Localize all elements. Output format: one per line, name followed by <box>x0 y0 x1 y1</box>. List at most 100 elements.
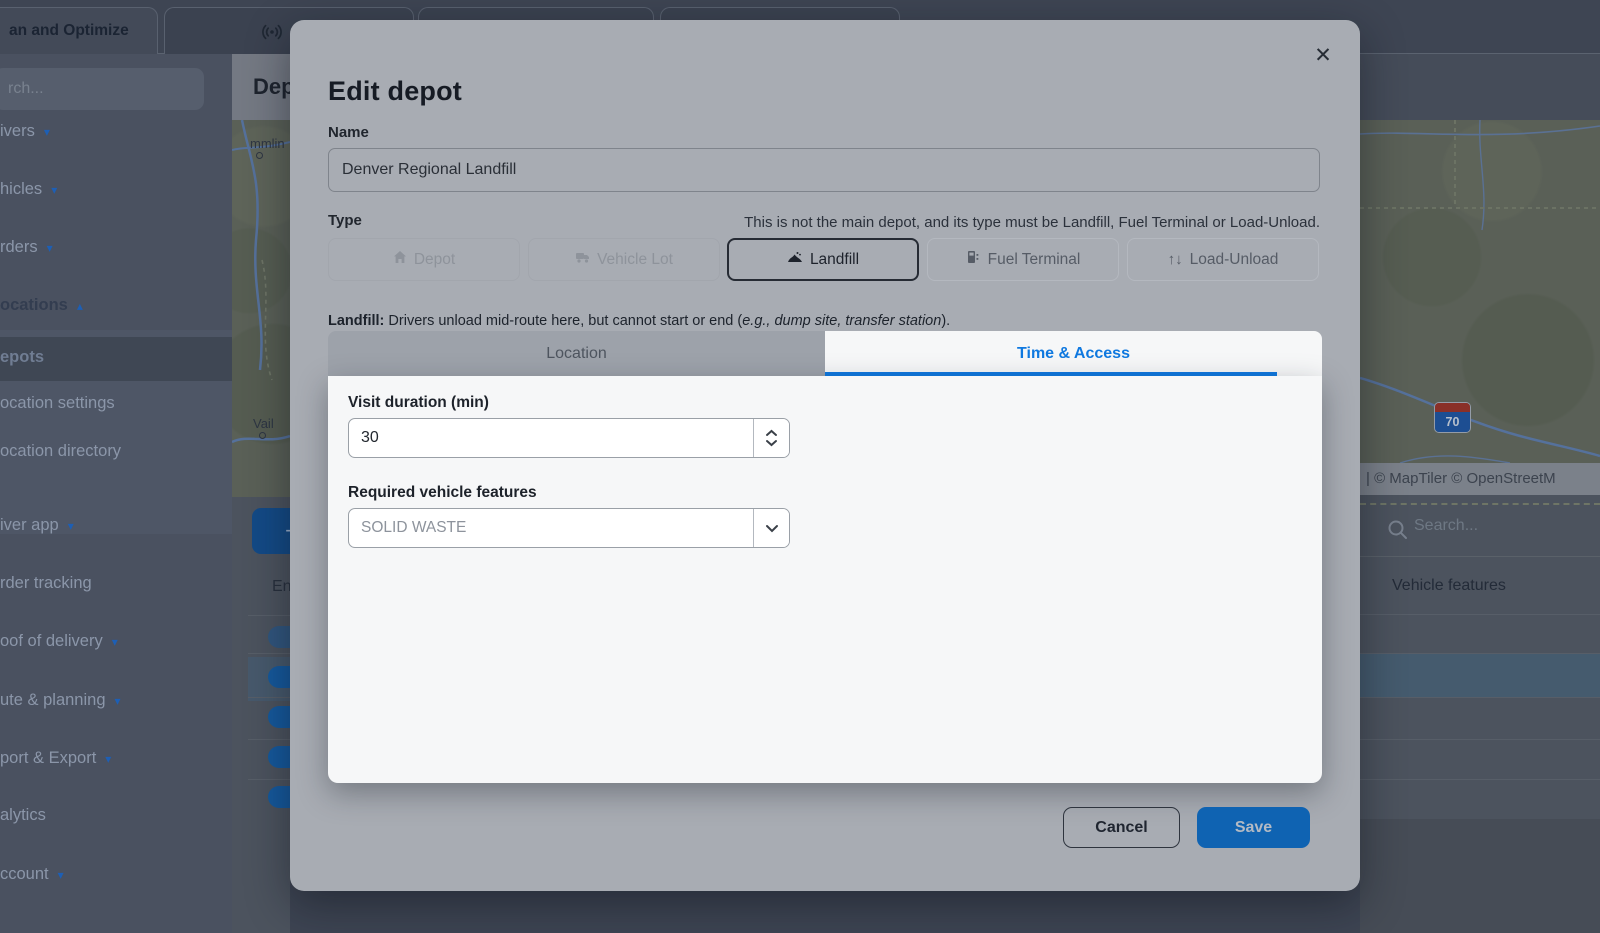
divider <box>248 779 290 780</box>
modal-title: Edit depot <box>328 76 462 107</box>
divider <box>248 739 290 740</box>
chevron-down-icon: ▾ <box>68 519 74 533</box>
enabled-toggle[interactable] <box>268 786 290 808</box>
type-option-vehicle-lot[interactable]: Vehicle Lot <box>528 238 720 281</box>
type-option-landfill[interactable]: Landfill <box>727 238 919 281</box>
chevron-down-icon: ▾ <box>51 183 57 197</box>
chevron-down-icon <box>765 524 779 533</box>
table-row[interactable] <box>1360 697 1600 698</box>
type-option-fuel-terminal[interactable]: Fuel Terminal <box>927 238 1119 281</box>
truck-icon <box>575 250 590 269</box>
enabled-toggle[interactable] <box>268 746 290 768</box>
chevron-down-icon: ▾ <box>44 125 50 139</box>
shield-number: 70 <box>1435 412 1470 433</box>
vehicle-features-value: SOLID WASTE <box>349 509 753 547</box>
divider <box>248 697 290 698</box>
table-row[interactable] <box>1360 779 1600 780</box>
landfill-mound-icon <box>787 250 803 269</box>
visit-duration-field <box>348 418 790 458</box>
selected-row-highlight <box>1360 653 1600 697</box>
tab-plan-and-optimize[interactable]: an and Optimize <box>0 7 158 54</box>
sidebar-item-account[interactable]: ccount▾ <box>0 865 230 884</box>
map-town-label: mmlin <box>250 136 285 151</box>
map-town-label: Vail <box>253 416 274 431</box>
landfill-help-text: Landfill: Drivers unload mid-route here,… <box>328 313 950 329</box>
map-attribution: | © MapTiler © OpenStreetM <box>1360 463 1600 495</box>
name-input[interactable] <box>328 148 1320 192</box>
divider <box>248 653 290 654</box>
chevron-down-icon: ▾ <box>47 241 53 255</box>
interstate-70-shield: 70 <box>1434 402 1471 433</box>
sidebar-item-depots[interactable]: epots <box>0 348 230 367</box>
sidebar-item-orders[interactable]: rders▾ <box>0 238 230 257</box>
tab-location[interactable]: Location <box>328 331 825 376</box>
broadcast-icon <box>261 21 283 48</box>
select-dropdown-button[interactable] <box>753 509 789 547</box>
sidebar-item-vehicles[interactable]: hicles▾ <box>0 180 230 199</box>
table-search-row <box>1360 505 1600 557</box>
chevron-down-icon <box>765 439 778 447</box>
depot-map[interactable]: mmlin Vail <box>232 120 290 497</box>
tab-plan-label: an and Optimize <box>9 22 129 40</box>
add-depot-button[interactable]: + <box>252 508 290 554</box>
chevron-down-icon: ▾ <box>115 694 121 708</box>
cancel-button[interactable]: Cancel <box>1063 807 1180 848</box>
time-access-panel: Visit duration (min) Required vehicle fe… <box>328 376 1322 783</box>
sidebar-item-location-settings[interactable]: ocation settings <box>0 394 230 413</box>
sidebar-item-location-directory[interactable]: ocation directory <box>0 442 230 461</box>
chevron-up-icon <box>765 429 778 437</box>
chevron-down-icon: ▾ <box>105 752 111 766</box>
sidebar-item-route-planning[interactable]: ute & planning▾ <box>0 691 230 710</box>
chevron-down-icon: ▾ <box>112 635 118 649</box>
enabled-toggle[interactable] <box>268 666 290 688</box>
sidebar: ivers▾ hicles▾ rders▾ ocations▴ epots oc… <box>0 54 232 933</box>
table-row[interactable] <box>1360 653 1600 654</box>
modal-tab-bar: Location Time & Access <box>328 331 1322 376</box>
visit-duration-label: Visit duration (min) <box>348 394 489 412</box>
sidebar-item-locations[interactable]: ocations▴ <box>0 296 230 315</box>
type-option-depot[interactable]: Depot <box>328 238 520 281</box>
visit-duration-input[interactable] <box>349 419 753 457</box>
home-icon <box>393 250 407 269</box>
sidebar-item-import-export[interactable]: port & Export▾ <box>0 749 230 768</box>
page-header-band: Dep <box>232 54 290 120</box>
search-icon <box>1386 518 1410 547</box>
enabled-column-header: En <box>272 578 290 596</box>
sidebar-item-proof-of-delivery[interactable]: oof of delivery▾ <box>0 632 230 651</box>
page-header-band <box>1360 54 1600 120</box>
chevron-down-icon: ▾ <box>58 868 64 882</box>
features-table-background: 70 | © MapTiler © OpenStreetM Vehicle fe… <box>1360 54 1600 933</box>
page-title: Dep <box>253 74 290 100</box>
table-row[interactable] <box>1360 739 1600 740</box>
name-label: Name <box>328 124 369 141</box>
number-stepper[interactable] <box>753 419 789 457</box>
shield-red-band <box>1435 403 1470 412</box>
map-town-marker <box>259 432 266 439</box>
map-town-marker <box>256 152 263 159</box>
edit-depot-modal: ✕ Edit depot Name Type This is not the m… <box>290 20 1360 891</box>
app-root: an and Optimize ivers▾ hicles▾ rders▾ oc… <box>0 0 1600 933</box>
table-end-area <box>1360 819 1600 933</box>
type-constraint-note: This is not the main depot, and its type… <box>744 214 1320 231</box>
table-search-input[interactable] <box>1414 517 1584 535</box>
divider <box>248 615 290 616</box>
type-label: Type <box>328 212 362 229</box>
sidebar-item-order-tracking[interactable]: rder tracking <box>0 574 230 593</box>
fuel-pump-icon <box>966 250 981 269</box>
enabled-toggle[interactable] <box>268 706 290 728</box>
up-down-arrows-icon: ↑↓ <box>1168 251 1183 268</box>
enabled-toggle[interactable] <box>268 626 290 648</box>
sidebar-item-analytics[interactable]: alytics <box>0 806 230 825</box>
close-icon[interactable]: ✕ <box>1308 40 1338 70</box>
tab-time-access[interactable]: Time & Access <box>825 331 1322 376</box>
depot-list-background: Dep mmlin Vail + En <box>232 54 290 933</box>
sidebar-item-driver-app[interactable]: iver app▾ <box>0 516 230 535</box>
sidebar-search-input[interactable] <box>0 68 204 110</box>
sidebar-item-drivers[interactable]: ivers▾ <box>0 122 230 141</box>
vehicle-features-select[interactable]: SOLID WASTE <box>348 508 790 548</box>
features-header-row: Vehicle features <box>1360 560 1600 615</box>
type-option-load-unload[interactable]: ↑↓ Load-Unload <box>1127 238 1319 281</box>
save-button[interactable]: Save <box>1197 807 1310 848</box>
depot-map[interactable]: 70 <box>1360 120 1600 463</box>
vehicle-features-column-header: Vehicle features <box>1392 577 1506 595</box>
